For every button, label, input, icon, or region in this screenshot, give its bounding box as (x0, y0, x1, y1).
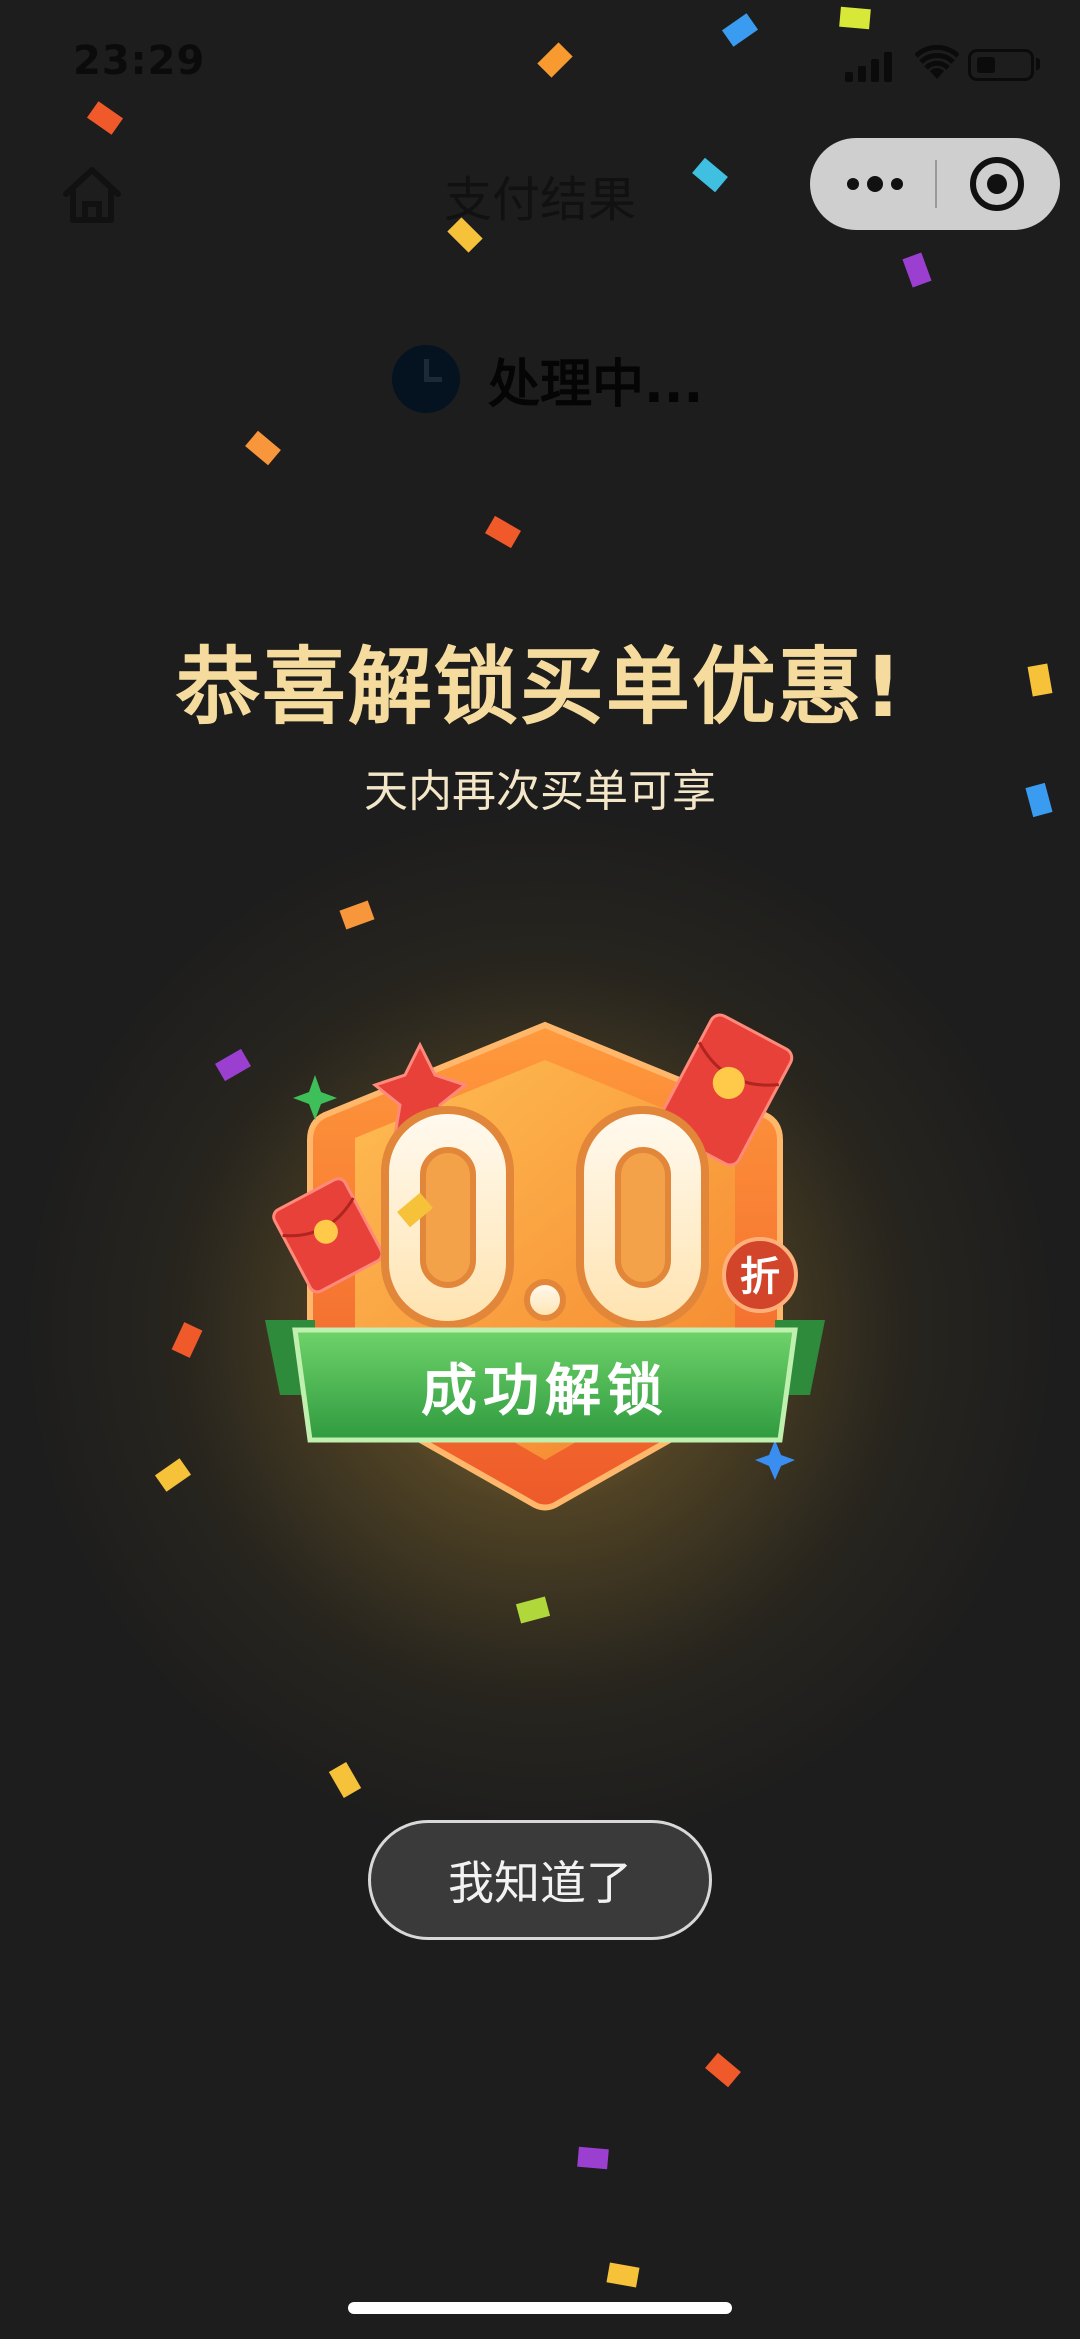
wifi-icon (915, 45, 959, 79)
confetti (86, 101, 124, 135)
clock-icon (392, 345, 460, 413)
home-indicator (348, 2302, 732, 2314)
promo-subline: 天内再次买单可享 (364, 766, 716, 817)
confetti (839, 6, 871, 30)
ribbon-text: 成功解锁 (421, 1359, 669, 1424)
status-time: 23:29 (73, 38, 206, 84)
clock-hand (424, 377, 442, 382)
battery-tip (1036, 58, 1040, 70)
discount-badge: 折 成功解锁 (265, 1013, 825, 1511)
promo-headline: 恭喜解锁买单优惠! (175, 638, 905, 736)
confetti (606, 2262, 640, 2288)
confetti (485, 515, 521, 549)
confetti (902, 252, 932, 288)
signal-icon (845, 52, 892, 82)
target-icon[interactable] (968, 155, 1026, 213)
confetti (721, 13, 759, 47)
confirm-button[interactable]: 我知道了 (368, 1820, 712, 1940)
processing-status: 处理中... (488, 355, 704, 415)
battery-icon (968, 49, 1034, 81)
battery-level (977, 57, 995, 73)
confetti (577, 2146, 609, 2170)
confetti (537, 42, 573, 78)
confetti (705, 2052, 741, 2088)
discount-unit: 折 (740, 1254, 780, 1300)
more-dots-icon[interactable] (845, 170, 905, 198)
capsule-divider (935, 160, 937, 208)
confetti (245, 430, 281, 466)
